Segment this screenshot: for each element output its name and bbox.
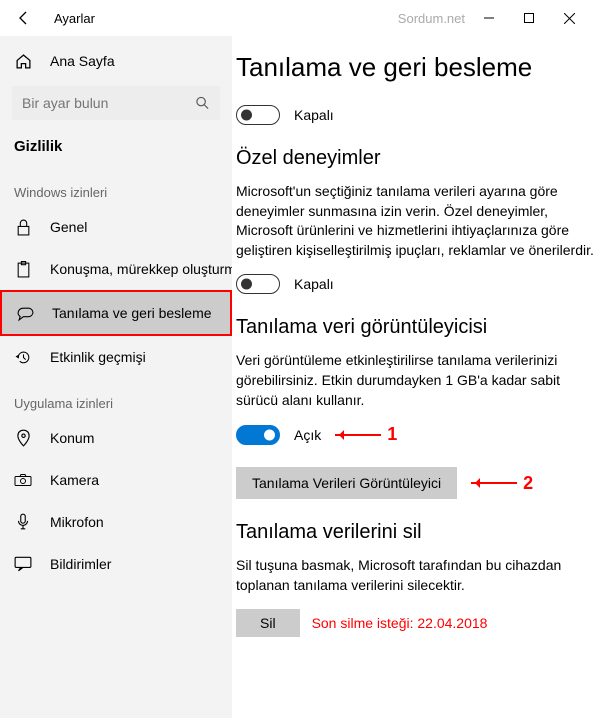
toggle-label: Açık [294,427,321,443]
main-content: Tanılama ve geri besleme Kapalı Özel den… [232,36,595,718]
last-delete-request: Son silme isteği: 22.04.2018 [312,615,488,631]
section-title-tailored: Özel deneyimler [236,147,595,170]
search-wrap [12,86,220,120]
nav-item-label: Genel [50,219,87,235]
section-app-permissions: Uygulama izinleri [0,378,232,417]
nav-microphone[interactable]: Mikrofon [0,501,232,543]
diagnostic-data-viewer-button[interactable]: Tanılama Verileri Görüntüleyici [236,467,457,499]
camera-icon [14,471,32,489]
nav-location[interactable]: Konum [0,417,232,459]
clipboard-icon [14,260,32,278]
page-title: Tanılama ve geri besleme [236,52,595,83]
nav-item-label: Tanılama ve geri besleme [52,305,212,321]
section-title-viewer: Tanılama veri görüntüleyicisi [236,316,595,339]
feedback-icon [16,304,34,322]
annotation-2: 2 [471,473,533,494]
section-title-delete: Tanılama verilerini sil [236,521,595,544]
window-title: Ayarlar [54,11,95,26]
close-button[interactable] [549,3,589,33]
sidebar: Ana Sayfa Gizlilik Windows izinleri Gene… [0,36,232,718]
microphone-icon [14,513,32,531]
section-body-viewer: Veri görüntüleme etkinleştirilirse tanıl… [236,351,595,410]
annotation-1: 1 [335,424,397,445]
history-icon [14,348,32,366]
nav-general[interactable]: Genel [0,206,232,248]
back-button[interactable] [12,6,36,30]
maximize-button[interactable] [509,3,549,33]
home-icon [14,52,32,70]
diagnostics-toggle[interactable] [236,105,280,125]
nav-item-label: Bildirimler [50,556,111,572]
titlebar: Ayarlar Sordum.net [0,0,595,36]
nav-item-label: Kamera [50,472,99,488]
nav-camera[interactable]: Kamera [0,459,232,501]
nav-notifications[interactable]: Bildirimler [0,543,232,585]
lock-icon [14,218,32,236]
nav-home-label: Ana Sayfa [50,53,115,69]
toggle-label: Kapalı [294,107,334,123]
tailored-toggle[interactable] [236,274,280,294]
nav-item-label: Etkinlik geçmişi [50,349,146,365]
toggle-label: Kapalı [294,276,334,292]
notification-icon [14,555,32,573]
viewer-toggle[interactable] [236,425,280,445]
category-title: Gizlilik [0,130,232,167]
section-windows-permissions: Windows izinleri [0,167,232,206]
search-icon [195,96,210,111]
nav-speech-inking[interactable]: Konuşma, mürekkep oluşturma [0,248,232,290]
search-input[interactable] [12,86,220,120]
nav-home[interactable]: Ana Sayfa [0,42,232,80]
nav-item-label: Mikrofon [50,514,104,530]
nav-diagnostics-feedback[interactable]: Tanılama ve geri besleme [2,292,230,334]
section-body-delete: Sil tuşuna basmak, Microsoft tarafından … [236,556,595,595]
nav-item-label: Konuşma, mürekkep oluşturma [50,261,232,277]
watermark: Sordum.net [398,11,465,26]
nav-item-label: Konum [50,430,94,446]
nav-activity-history[interactable]: Etkinlik geçmişi [0,336,232,378]
location-icon [14,429,32,447]
minimize-button[interactable] [469,3,509,33]
section-body-tailored: Microsoft'un seçtiğiniz tanılama veriler… [236,182,595,260]
delete-button[interactable]: Sil [236,609,300,637]
